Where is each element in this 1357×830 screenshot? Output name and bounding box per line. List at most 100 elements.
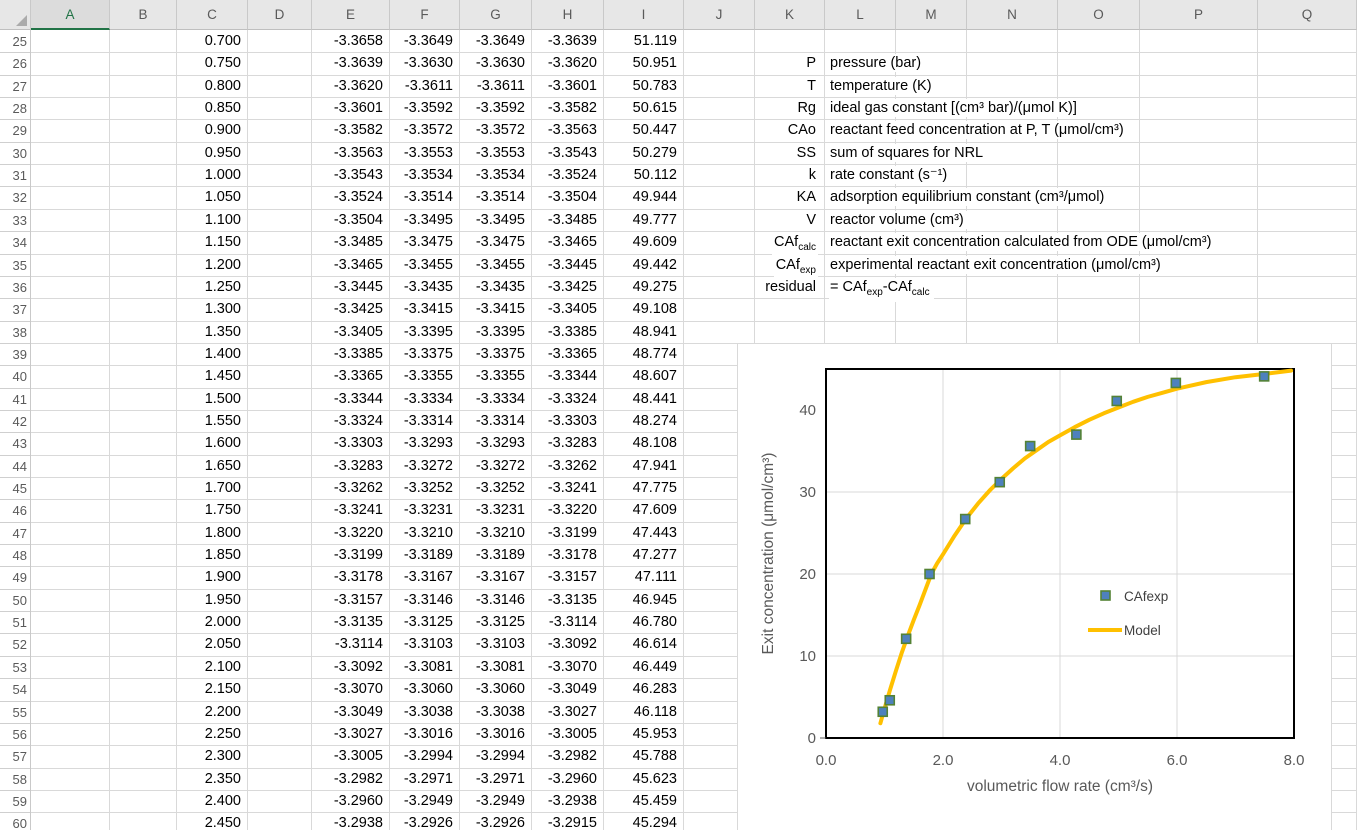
cell-F47[interactable]: -3.3210 [392,524,453,542]
row-header-45[interactable]: 45 [0,478,27,500]
cell-E54[interactable]: -3.3070 [314,680,383,698]
cell-E29[interactable]: -3.3582 [314,121,383,139]
cell-G30[interactable]: -3.3553 [462,144,525,162]
row-header-40[interactable]: 40 [0,366,27,388]
column-header-D[interactable]: D [248,0,312,30]
cell-I42[interactable]: 48.274 [606,412,677,430]
legend-label-Model[interactable]: Model [1124,623,1161,638]
cell-C38[interactable]: 1.350 [179,323,241,341]
cell-C49[interactable]: 1.900 [179,568,241,586]
cell-H51[interactable]: -3.3114 [534,613,597,631]
row-header-60[interactable]: 60 [0,813,27,830]
definition-symbol-row28[interactable]: Rg [795,99,818,117]
cell-C58[interactable]: 2.350 [179,770,241,788]
cell-G57[interactable]: -3.2994 [462,747,525,765]
cell-I37[interactable]: 49.108 [606,300,677,318]
cell-H42[interactable]: -3.3303 [534,412,597,430]
column-header-M[interactable]: M [896,0,967,30]
cell-G48[interactable]: -3.3189 [462,546,525,564]
cell-C26[interactable]: 0.750 [179,54,241,72]
cell-F58[interactable]: -3.2971 [392,770,453,788]
column-header-N[interactable]: N [967,0,1058,30]
legend-marker-CAfexp[interactable] [1101,591,1110,600]
cell-E53[interactable]: -3.3092 [314,658,383,676]
row-header-35[interactable]: 35 [0,255,27,277]
cell-H49[interactable]: -3.3157 [534,568,597,586]
column-header-A[interactable]: A [31,0,110,30]
row-header-58[interactable]: 58 [0,769,27,791]
cell-F57[interactable]: -3.2994 [392,747,453,765]
cell-E59[interactable]: -3.2960 [314,792,383,810]
cell-H48[interactable]: -3.3178 [534,546,597,564]
row-header-34[interactable]: 34 [0,232,27,254]
cell-E38[interactable]: -3.3405 [314,323,383,341]
definition-symbol-row33[interactable]: V [804,211,818,229]
definition-desc-row35[interactable]: experimental reactant exit concentration… [829,256,1165,274]
cell-F25[interactable]: -3.3649 [392,32,453,50]
cell-C40[interactable]: 1.450 [179,367,241,385]
cell-F38[interactable]: -3.3395 [392,323,453,341]
column-header-K[interactable]: K [755,0,825,30]
model-line-series[interactable] [880,371,1291,724]
row-header-27[interactable]: 27 [0,76,27,98]
cell-E28[interactable]: -3.3601 [314,99,383,117]
definition-desc-row30[interactable]: sum of squares for NRL [829,144,987,162]
cell-G43[interactable]: -3.3293 [462,434,525,452]
cell-H56[interactable]: -3.3005 [534,725,597,743]
cell-G41[interactable]: -3.3334 [462,390,525,408]
cell-C50[interactable]: 1.950 [179,591,241,609]
cell-C33[interactable]: 1.100 [179,211,241,229]
cell-F52[interactable]: -3.3103 [392,635,453,653]
cell-G52[interactable]: -3.3103 [462,635,525,653]
cell-H45[interactable]: -3.3241 [534,479,597,497]
cell-C60[interactable]: 2.450 [179,814,241,830]
cell-H28[interactable]: -3.3582 [534,99,597,117]
cell-H36[interactable]: -3.3425 [534,278,597,296]
column-header-J[interactable]: J [684,0,755,30]
cell-H58[interactable]: -3.2960 [534,770,597,788]
cell-F33[interactable]: -3.3495 [392,211,453,229]
cell-H54[interactable]: -3.3049 [534,680,597,698]
cell-H43[interactable]: -3.3283 [534,434,597,452]
cell-G58[interactable]: -3.2971 [462,770,525,788]
cell-F31[interactable]: -3.3534 [392,166,453,184]
cell-E27[interactable]: -3.3620 [314,77,383,95]
cell-I46[interactable]: 47.609 [606,501,677,519]
scatter-marker[interactable] [1026,442,1035,451]
cell-I32[interactable]: 49.944 [606,188,677,206]
cell-I28[interactable]: 50.615 [606,99,677,117]
definition-symbol-row29[interactable]: CAo [786,121,818,139]
cell-H55[interactable]: -3.3027 [534,703,597,721]
cell-F56[interactable]: -3.3016 [392,725,453,743]
cell-E40[interactable]: -3.3365 [314,367,383,385]
cell-I25[interactable]: 51.119 [606,32,677,50]
row-header-26[interactable]: 26 [0,53,27,75]
cell-E55[interactable]: -3.3049 [314,703,383,721]
cell-I40[interactable]: 48.607 [606,367,677,385]
cell-C45[interactable]: 1.700 [179,479,241,497]
cell-H35[interactable]: -3.3445 [534,256,597,274]
cell-C53[interactable]: 2.100 [179,658,241,676]
row-header-46[interactable]: 46 [0,500,27,522]
cell-G28[interactable]: -3.3592 [462,99,525,117]
cell-E60[interactable]: -3.2938 [314,814,383,830]
cell-C52[interactable]: 2.050 [179,635,241,653]
cell-F55[interactable]: -3.3038 [392,703,453,721]
cell-C54[interactable]: 2.150 [179,680,241,698]
column-header-L[interactable]: L [825,0,896,30]
cell-E46[interactable]: -3.3241 [314,501,383,519]
definition-desc-row29[interactable]: reactant feed concentration at P, T (μmo… [829,121,1128,139]
cell-G27[interactable]: -3.3611 [462,77,525,95]
cell-F40[interactable]: -3.3355 [392,367,453,385]
cell-H30[interactable]: -3.3543 [534,144,597,162]
cell-F30[interactable]: -3.3553 [392,144,453,162]
cell-I60[interactable]: 45.294 [606,814,677,830]
cell-G60[interactable]: -3.2926 [462,814,525,830]
cell-H34[interactable]: -3.3465 [534,233,597,251]
definition-symbol-row31[interactable]: k [807,166,818,184]
scatter-marker[interactable] [885,696,894,705]
cell-G44[interactable]: -3.3272 [462,457,525,475]
cell-H60[interactable]: -3.2915 [534,814,597,830]
row-header-36[interactable]: 36 [0,277,27,299]
cell-E50[interactable]: -3.3157 [314,591,383,609]
